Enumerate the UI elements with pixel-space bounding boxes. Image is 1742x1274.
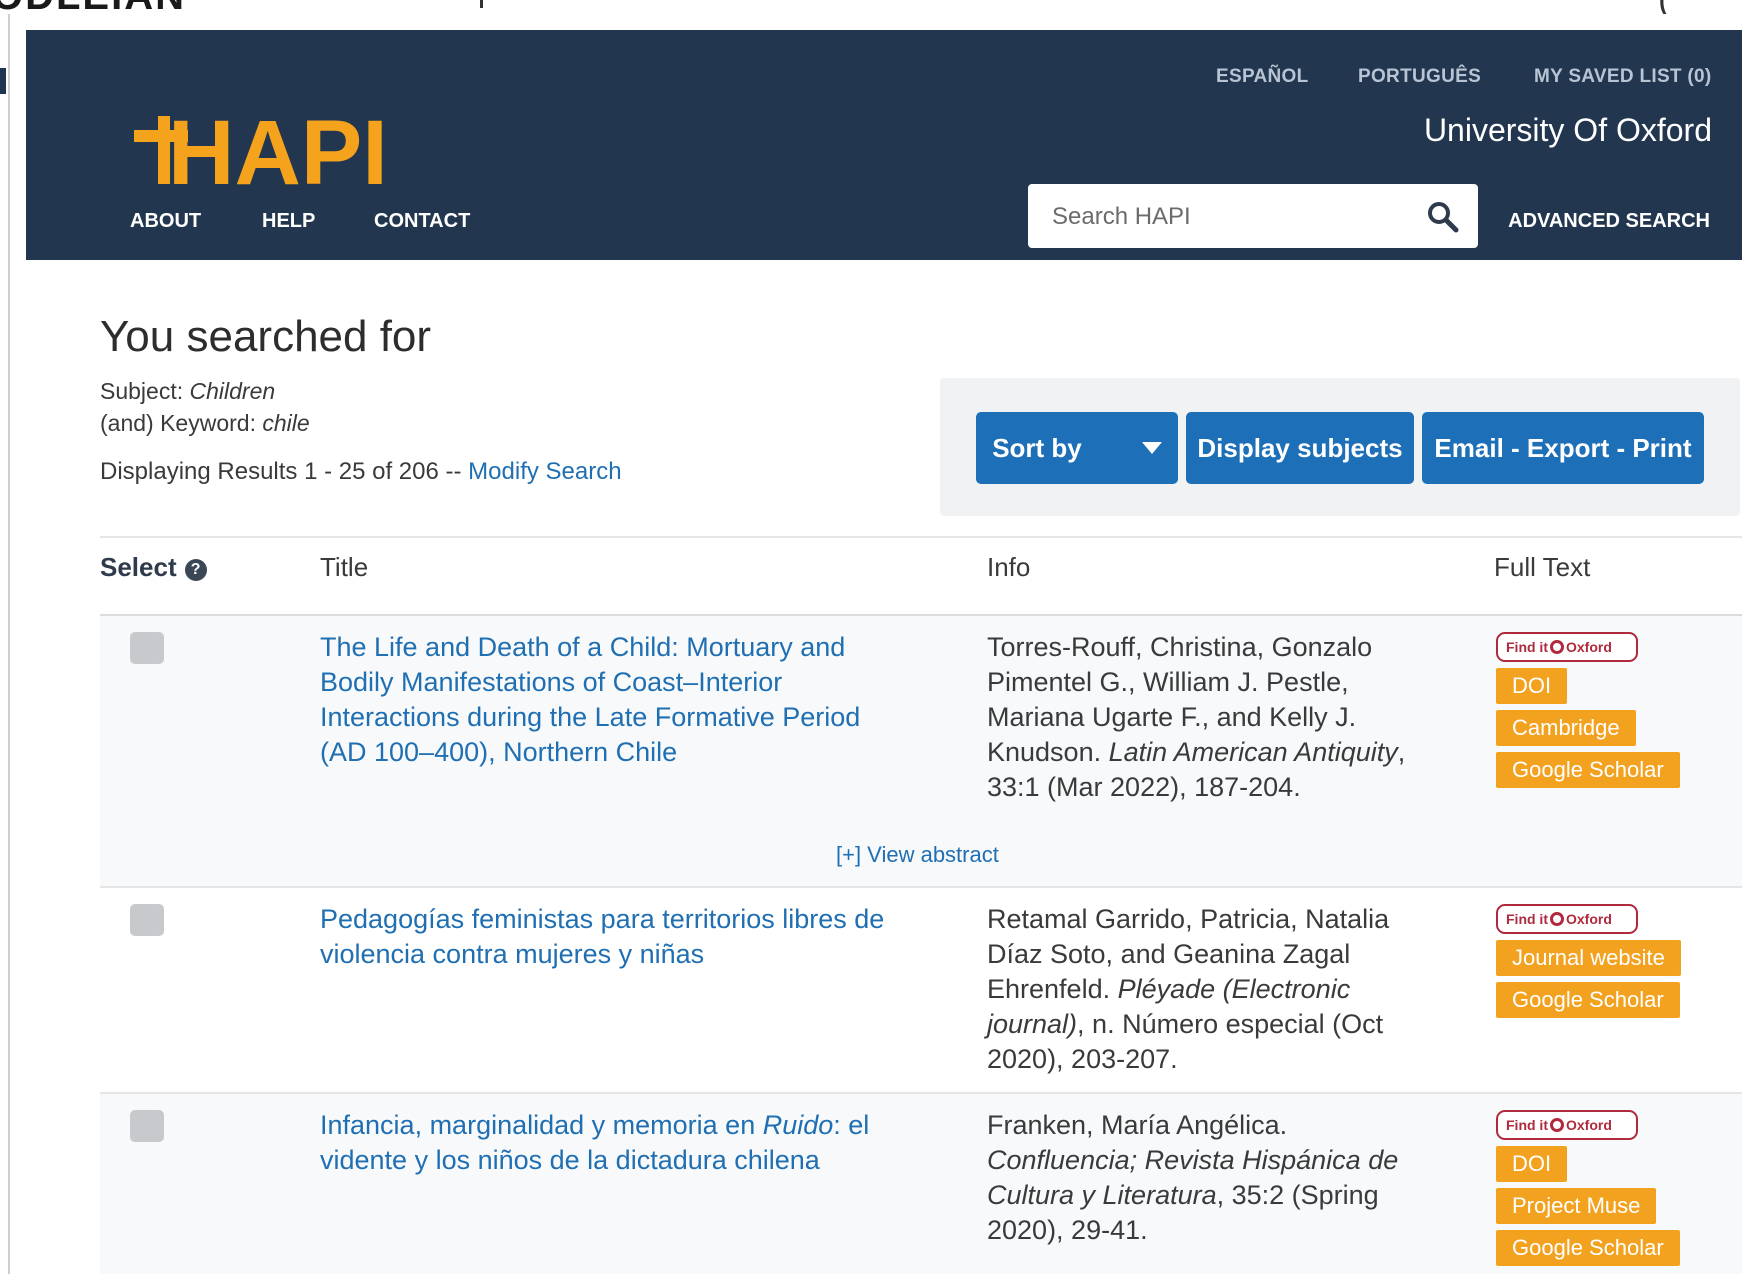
- select-checkbox[interactable]: [130, 632, 164, 664]
- column-header-full-text: Full Text: [1494, 552, 1591, 582]
- modify-search-link[interactable]: Modify Search: [468, 458, 621, 485]
- find-it-brand: Oxford: [1566, 639, 1612, 655]
- cropped-mark: (: [1658, 0, 1670, 14]
- column-header-select: Select?: [100, 552, 207, 583]
- window-edge: [8, 14, 10, 1274]
- google-scholar-link[interactable]: Google Scholar: [1496, 982, 1680, 1018]
- language-espanol-link[interactable]: ESPAÑOL: [1216, 66, 1309, 88]
- search-icon[interactable]: [1426, 200, 1460, 234]
- oxford-ring-icon: [1550, 1118, 1564, 1132]
- display-subjects-button[interactable]: Display subjects: [1186, 412, 1414, 484]
- result-title-link[interactable]: The Life and Death of a Child: Mortuary …: [320, 630, 900, 770]
- results-count: Displaying Results 1 - 25 of 206 -- Modi…: [100, 458, 622, 486]
- search-input[interactable]: [1050, 194, 1414, 240]
- keyword-criterion: (and) Keyword: chile: [100, 410, 310, 437]
- doi-link[interactable]: DOI: [1496, 1146, 1568, 1182]
- divider: [100, 536, 1742, 538]
- sort-by-label: Sort by: [992, 432, 1082, 463]
- cropped-text: ODLEIAN: [0, 0, 186, 14]
- view-abstract-link[interactable]: [+] View abstract: [836, 842, 999, 868]
- subject-value: Children: [189, 378, 276, 404]
- project-muse-link[interactable]: Project Muse: [1496, 1188, 1657, 1224]
- result-info: Torres-Rouff, Christina, Gonzalo Pimente…: [987, 630, 1417, 805]
- select-checkbox[interactable]: [130, 1110, 164, 1142]
- window-edge-tab: [0, 68, 6, 94]
- result-title-emphasis: Ruido: [762, 1110, 834, 1140]
- result-info: Retamal Garrido, Patricia, Natalia Díaz …: [987, 902, 1417, 1077]
- keyword-value: chile: [262, 410, 310, 436]
- page-title: You searched for: [100, 312, 432, 361]
- column-header-title[interactable]: Title: [320, 552, 368, 583]
- language-portugues-link[interactable]: PORTUGUÊS: [1358, 66, 1481, 88]
- sort-by-dropdown[interactable]: Sort by: [976, 412, 1178, 484]
- results-text: Displaying Results 1 - 25 of 206 --: [100, 458, 469, 485]
- oxford-ring-icon: [1550, 640, 1564, 654]
- institution-name: University Of Oxford: [1423, 112, 1712, 148]
- result-title-link[interactable]: Pedagogías feministas para territorios l…: [320, 902, 900, 972]
- find-it-oxford-button[interactable]: Find it Oxford: [1496, 904, 1638, 934]
- full-text-links: Find it Oxford DOI Cambridge Google Schol…: [1496, 632, 1680, 788]
- result-info: Franken, María Angélica. Confluencia; Re…: [987, 1108, 1417, 1248]
- full-text-links: Find it Oxford Journal website Google Sch…: [1496, 904, 1681, 1018]
- divider: [100, 886, 1742, 888]
- saved-list-link[interactable]: MY SAVED LIST (0): [1534, 66, 1712, 88]
- find-it-label: Find it: [1506, 639, 1548, 655]
- journal-website-link[interactable]: Journal website: [1496, 940, 1681, 976]
- result-journal: Latin American Antiquity: [1108, 737, 1398, 767]
- column-header-info: Info: [987, 552, 1031, 582]
- select-checkbox[interactable]: [130, 904, 164, 936]
- find-it-label: Find it: [1506, 911, 1548, 927]
- find-it-brand: Oxford: [1566, 911, 1612, 927]
- display-subjects-label: Display subjects: [1197, 432, 1403, 463]
- nav-help[interactable]: HELP: [262, 210, 315, 233]
- nav-about[interactable]: ABOUT: [130, 210, 201, 233]
- oxford-ring-icon: [1550, 912, 1564, 926]
- google-scholar-link[interactable]: Google Scholar: [1496, 1230, 1680, 1266]
- cambridge-link[interactable]: Cambridge: [1496, 710, 1636, 746]
- site-header: ESPAÑOL PORTUGUÊS MY SAVED LIST (0) Univ…: [26, 30, 1742, 260]
- find-it-brand: Oxford: [1566, 1117, 1612, 1133]
- nav-contact[interactable]: CONTACT: [374, 210, 470, 233]
- keyword-label: (and) Keyword:: [100, 410, 263, 436]
- logo-text: HAPI: [168, 102, 388, 204]
- subject-criterion: Subject: Children: [100, 378, 275, 405]
- email-export-print-label: Email - Export - Print: [1434, 432, 1692, 463]
- email-export-print-button[interactable]: Email - Export - Print: [1422, 412, 1704, 484]
- find-it-label: Find it: [1506, 1117, 1548, 1133]
- doi-link[interactable]: DOI: [1496, 668, 1568, 704]
- find-it-oxford-button[interactable]: Find it Oxford: [1496, 632, 1638, 662]
- hapi-logo[interactable]: HAPI: [134, 92, 414, 212]
- result-title-text: Infancia, marginalidad y memoria en: [320, 1110, 763, 1140]
- subject-label: Subject:: [100, 378, 190, 404]
- chevron-down-icon: [1141, 442, 1162, 454]
- result-title-link[interactable]: Infancia, marginalidad y memoria en Ruid…: [320, 1108, 900, 1178]
- help-icon[interactable]: ?: [184, 559, 207, 581]
- result-authors: Franken, María Angélica.: [987, 1110, 1288, 1140]
- cropped-mark: [480, 0, 483, 8]
- google-scholar-link[interactable]: Google Scholar: [1496, 752, 1680, 788]
- full-text-links: Find it Oxford DOI Project Muse Google Sc…: [1496, 1110, 1680, 1266]
- select-header-label: Select: [100, 552, 177, 582]
- advanced-search-link[interactable]: ADVANCED SEARCH: [1508, 210, 1710, 233]
- cropped-top-strip: ODLEIAN (: [0, 0, 1742, 14]
- find-it-oxford-button[interactable]: Find it Oxford: [1496, 1110, 1638, 1140]
- search-box: [1028, 184, 1478, 248]
